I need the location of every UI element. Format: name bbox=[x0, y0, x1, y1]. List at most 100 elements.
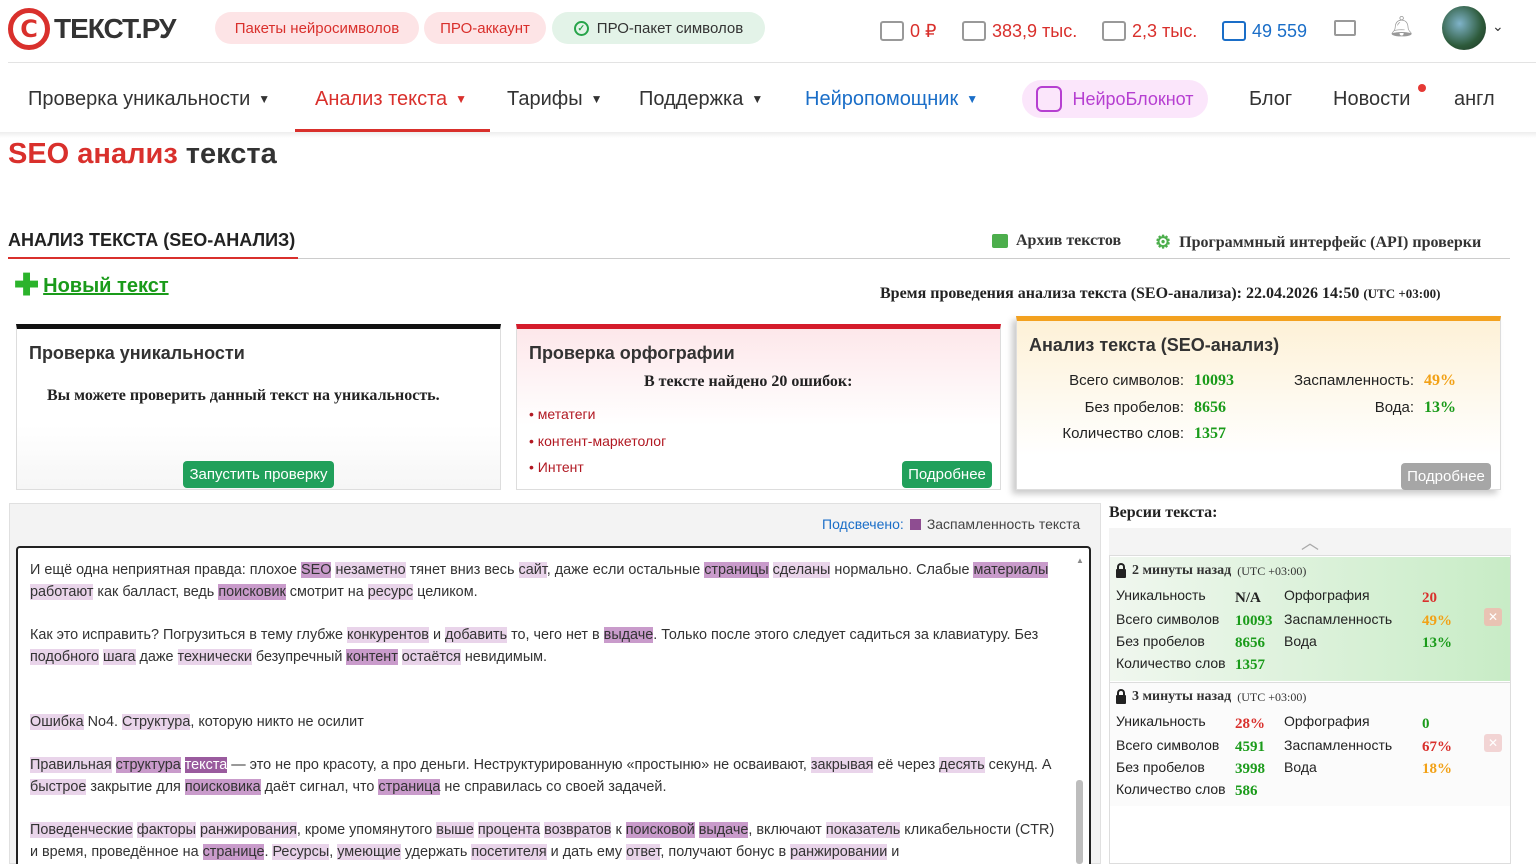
delete-version-icon[interactable]: ✕ bbox=[1484, 734, 1502, 752]
seo-card: Анализ текста (SEO-анализ) Всего символо… bbox=[1016, 316, 1501, 490]
nav-lang[interactable]: англ bbox=[1454, 86, 1495, 112]
version-tz: (UTC +03:00) bbox=[1237, 689, 1307, 704]
seo-spam-value: 49% bbox=[1424, 372, 1456, 389]
page-title-rest: текста bbox=[177, 138, 277, 170]
calendar-stat[interactable]: 2,3 тыс. bbox=[1102, 18, 1197, 44]
seo-details-button[interactable]: Подробнее bbox=[1401, 463, 1491, 490]
page-title: SEO анализ текста bbox=[8, 138, 277, 171]
avatar[interactable] bbox=[1442, 6, 1486, 50]
uniqueness-card-text: Вы можете проверить данный текст на уник… bbox=[47, 387, 440, 404]
version-uniq-label: Уникальность bbox=[1116, 713, 1206, 729]
analysis-time: Время проведения анализа текста (SEO-ана… bbox=[880, 285, 1440, 303]
nav-tariffs[interactable]: Тарифы ▼ bbox=[507, 86, 602, 112]
counter-stat[interactable]: 49 559 bbox=[1222, 18, 1307, 44]
version-nospace-label: Без пробелов bbox=[1116, 633, 1205, 649]
seo-nospace-value: 8656 bbox=[1194, 399, 1226, 416]
mail-icon[interactable] bbox=[1334, 20, 1356, 36]
chevron-down-icon: ▼ bbox=[966, 92, 979, 106]
chevron-down-icon: ▼ bbox=[751, 92, 764, 106]
api-label: Программный интерфейс (API) проверки bbox=[1179, 233, 1482, 251]
analysis-time-label: Время проведения анализа текста (SEO-ана… bbox=[880, 285, 1360, 302]
chevron-down-icon: ▼ bbox=[590, 92, 603, 106]
version-time: 2 минуты назад bbox=[1132, 563, 1232, 578]
uniqueness-card: Проверка уникальности Вы можете проверит… bbox=[16, 324, 501, 490]
scroll-up-arrow[interactable]: ▲ bbox=[1076, 556, 1084, 565]
spelling-error-text: контент-маркетолог bbox=[537, 433, 667, 449]
notebook-icon bbox=[1036, 86, 1063, 112]
spelling-error-text: метатеги bbox=[537, 406, 596, 422]
version-total-value: 4591 bbox=[1235, 739, 1265, 755]
nav-uniqueness[interactable]: Проверка уникальности ▼ bbox=[28, 86, 270, 112]
editor-scrollbar[interactable] bbox=[1076, 780, 1083, 864]
highlight-legend[interactable]: Подсвечено: Заспамленность текста bbox=[822, 516, 1080, 532]
highlight-label: Подсвечено: bbox=[822, 516, 904, 532]
delete-version-icon[interactable]: ✕ bbox=[1484, 608, 1502, 626]
spelling-error-item[interactable]: • метатеги bbox=[529, 406, 595, 422]
spelling-card-title: Проверка орфографии bbox=[529, 343, 735, 363]
new-text-link[interactable]: ✚ Новый текст bbox=[14, 269, 169, 302]
chevron-down-icon: ▼ bbox=[455, 92, 468, 106]
api-link[interactable]: ⚙ Программный интерфейс (API) проверки bbox=[1155, 232, 1481, 253]
nav-neuro-assistant[interactable]: Нейропомощник ▼ bbox=[805, 86, 978, 112]
balance-stat[interactable]: 0 ₽ bbox=[880, 18, 936, 44]
calendar-value: 2,3 тыс. bbox=[1132, 20, 1198, 41]
nav-text-analysis[interactable]: Анализ текста ▼ bbox=[315, 86, 467, 112]
start-check-button[interactable]: Запустить проверку bbox=[183, 461, 334, 488]
neuro-notebook-button[interactable]: НейроБлокнот bbox=[1022, 80, 1208, 118]
chevron-down-icon: ▼ bbox=[258, 92, 271, 106]
version-nospace-value: 3998 bbox=[1235, 761, 1265, 777]
spelling-card-subtitle: В тексте найдено 20 ошибок: bbox=[644, 373, 853, 390]
version-water-label: Вода bbox=[1284, 633, 1317, 649]
archive-link[interactable]: Архив текстов bbox=[992, 232, 1121, 250]
version-time: 3 минуты назад bbox=[1132, 689, 1232, 704]
balance-value: 0 ₽ bbox=[910, 20, 937, 41]
version-water-value: 18% bbox=[1422, 761, 1452, 777]
spelling-details-button[interactable]: Подробнее bbox=[902, 461, 992, 488]
highlight-value: Заспамленность текста bbox=[926, 516, 1081, 532]
version-nospace-value: 8656 bbox=[1235, 635, 1265, 651]
logo-mark: C bbox=[8, 8, 50, 50]
nav-news[interactable]: Новости bbox=[1333, 86, 1410, 112]
nav-neuro-assistant-label: Нейропомощник bbox=[805, 87, 959, 110]
version-words-value: 1357 bbox=[1235, 657, 1265, 673]
version-total-label: Всего символов bbox=[1116, 737, 1220, 753]
chevron-down-icon[interactable]: ⌄ bbox=[1492, 18, 1504, 35]
bell-icon[interactable]: 🔔︎ bbox=[1389, 16, 1414, 38]
highlight-swatch bbox=[909, 518, 921, 530]
version-item[interactable]: 3 минуты назад (UTC +03:00) Уникальность… bbox=[1110, 682, 1510, 806]
spelling-error-item[interactable]: • Интент bbox=[529, 459, 584, 475]
neuro-packages-button[interactable]: Пакеты нейросимволов bbox=[215, 12, 419, 44]
analysis-time-tz: (UTC +03:00) bbox=[1363, 286, 1441, 301]
pro-package-button[interactable]: ✓ ПРО-пакет символов bbox=[552, 12, 765, 44]
seo-card-title: Анализ текста (SEO-анализ) bbox=[1029, 335, 1280, 355]
pro-icon bbox=[962, 21, 986, 41]
section-underline bbox=[8, 257, 298, 259]
uniqueness-card-title: Проверка уникальности bbox=[29, 343, 245, 363]
version-words-label: Количество слов bbox=[1116, 655, 1226, 671]
plus-icon: ✚ bbox=[14, 269, 40, 302]
check-icon: ✓ bbox=[573, 20, 589, 36]
nav-tariffs-label: Тарифы bbox=[507, 87, 583, 110]
text-editor[interactable]: И ещё одна неприятная правда: плохое SEO… bbox=[16, 546, 1091, 864]
versions-scroll-up[interactable]: ︿ bbox=[1109, 528, 1511, 556]
version-words-value: 586 bbox=[1235, 783, 1258, 799]
version-spell-label: Орфография bbox=[1284, 587, 1370, 603]
archive-icon bbox=[992, 234, 1008, 248]
nav-support[interactable]: Поддержка ▼ bbox=[639, 86, 763, 112]
editor-text[interactable]: И ещё одна неприятная правда: плохое SEO… bbox=[30, 560, 1065, 864]
version-item[interactable]: 2 минуты назад (UTC +03:00) Уникальность… bbox=[1110, 557, 1510, 681]
version-header: 3 минуты назад (UTC +03:00) bbox=[1116, 688, 1307, 705]
pro-account-button[interactable]: ПРО-аккаунт bbox=[424, 12, 546, 44]
nav-blog[interactable]: Блог bbox=[1249, 86, 1292, 112]
seo-words-label: Количество слов: bbox=[1062, 425, 1184, 442]
site-logo[interactable]: C ТЕКСТ.РУ bbox=[8, 8, 176, 50]
symbols-stat[interactable]: 383,9 тыс. bbox=[962, 18, 1077, 44]
version-words-label: Количество слов bbox=[1116, 781, 1226, 797]
version-spell-value: 20 bbox=[1422, 590, 1437, 606]
version-uniq-label: Уникальность bbox=[1116, 587, 1206, 603]
section-title: АНАЛИЗ ТЕКСТА (SEO-АНАЛИЗ) bbox=[8, 230, 296, 250]
versions-title: Версии текста: bbox=[1109, 504, 1218, 521]
wallet-icon bbox=[880, 21, 904, 41]
seo-nospace-label: Без пробелов: bbox=[1084, 399, 1184, 416]
spelling-error-item[interactable]: • контент-маркетолог bbox=[529, 433, 666, 449]
